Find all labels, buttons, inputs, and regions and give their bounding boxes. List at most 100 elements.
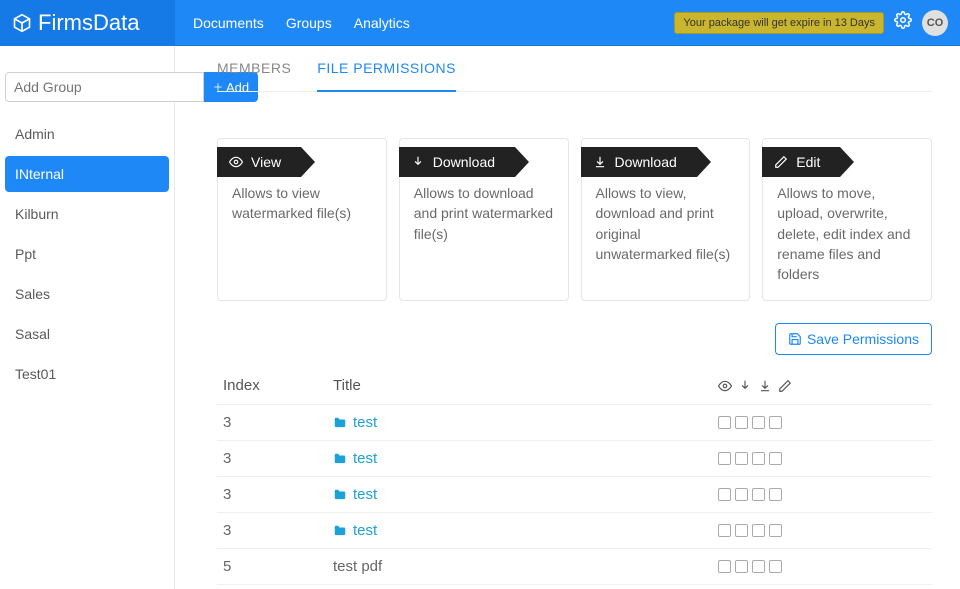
chk-view[interactable] (718, 452, 731, 465)
nav-groups[interactable]: Groups (286, 15, 332, 31)
cell-perms (712, 441, 932, 477)
expire-badge: Your package will get expire in 13 Days (674, 12, 884, 34)
chk-edit[interactable] (769, 452, 782, 465)
ribbon-view: View (217, 147, 301, 177)
cell-title: test pdf (327, 549, 712, 585)
brand-text: FirmsData (38, 10, 139, 36)
folder-icon (333, 524, 347, 538)
pencil-icon (774, 155, 788, 169)
cell-perms (712, 549, 932, 585)
logo[interactable]: FirmsData (0, 0, 175, 46)
table-body: 3 test 3 test 3 test 3 test (217, 405, 932, 585)
cell-perms (712, 513, 932, 549)
chk-view[interactable] (718, 416, 731, 429)
cell-index: 3 (217, 405, 327, 441)
cell-index: 3 (217, 441, 327, 477)
topbar-right: Your package will get expire in 13 Days … (674, 10, 960, 36)
avatar[interactable]: CO (922, 10, 948, 36)
save-permissions-button[interactable]: Save Permissions (775, 323, 932, 355)
group-list: Admin INternal Kilburn Ppt Sales Sasal T… (5, 116, 169, 392)
nav-links: Documents Groups Analytics (175, 15, 410, 31)
table-row: 3 test (217, 405, 932, 441)
perm-card-desc: Allows to view, download and print origi… (596, 185, 731, 262)
download-bar-icon (593, 155, 607, 169)
tab-members[interactable]: MEMBERS (217, 60, 291, 91)
topbar: FirmsData Documents Groups Analytics You… (0, 0, 960, 46)
chk-view[interactable] (718, 524, 731, 537)
th-title: Title (327, 367, 712, 405)
sidebar-item-ppt[interactable]: Ppt (5, 236, 169, 272)
eye-icon (718, 379, 732, 393)
add-group-row: Add (5, 72, 169, 102)
cell-index: 5 (217, 549, 327, 585)
cell-index: 3 (217, 513, 327, 549)
sidebar-item-sasal[interactable]: Sasal (5, 316, 169, 352)
cell-title: test (327, 441, 712, 477)
cube-icon (12, 13, 32, 33)
perm-card-desc: Allows to view watermarked file(s) (232, 185, 351, 221)
ribbon-label: View (251, 152, 281, 172)
chk-edit[interactable] (769, 524, 782, 537)
sidebar-item-admin[interactable]: Admin (5, 116, 169, 152)
chk-download-orig[interactable] (752, 416, 765, 429)
perm-card-edit: Edit Allows to move, upload, overwrite, … (762, 138, 932, 301)
nav-analytics[interactable]: Analytics (354, 15, 410, 31)
gear-icon[interactable] (894, 11, 912, 34)
table-row: 3 test (217, 477, 932, 513)
download-icon (411, 155, 425, 169)
tabs: MEMBERS FILE PERMISSIONS (217, 46, 932, 92)
sidebar-item-internal[interactable]: INternal (5, 156, 169, 192)
chk-download[interactable] (735, 452, 748, 465)
ribbon-label: Download (433, 152, 495, 172)
ribbon-download-original: Download (581, 147, 697, 177)
tab-file-permissions[interactable]: FILE PERMISSIONS (317, 60, 456, 92)
download-icon (738, 379, 752, 393)
permission-cards: View Allows to view watermarked file(s) … (217, 138, 932, 301)
folder-icon (333, 416, 347, 430)
save-icon (788, 332, 802, 346)
perm-card-download: Download Allows to download and print wa… (399, 138, 569, 301)
sidebar-item-kilburn[interactable]: Kilburn (5, 196, 169, 232)
chk-view[interactable] (718, 488, 731, 501)
table-row: 5 test pdf (217, 549, 932, 585)
folder-icon (333, 452, 347, 466)
perm-card-view: View Allows to view watermarked file(s) (217, 138, 387, 301)
perm-card-desc: Allows to download and print watermarked… (414, 185, 553, 242)
th-permissions (712, 367, 932, 405)
chk-download-orig[interactable] (752, 560, 765, 573)
chk-download-orig[interactable] (752, 452, 765, 465)
sidebar-item-test01[interactable]: Test01 (5, 356, 169, 392)
chk-download[interactable] (735, 416, 748, 429)
cell-title: test (327, 513, 712, 549)
main-content: MEMBERS FILE PERMISSIONS View Allows to … (175, 46, 960, 589)
chk-view[interactable] (718, 560, 731, 573)
ribbon-download: Download (399, 147, 515, 177)
chk-download-orig[interactable] (752, 524, 765, 537)
sidebar: Add Admin INternal Kilburn Ppt Sales Sas… (0, 46, 175, 589)
ribbon-label: Edit (796, 152, 820, 172)
perm-card-download-original: Download Allows to view, download and pr… (581, 138, 751, 301)
cell-index: 3 (217, 477, 327, 513)
eye-icon (229, 155, 243, 169)
chk-edit[interactable] (769, 488, 782, 501)
chk-download[interactable] (735, 560, 748, 573)
nav-documents[interactable]: Documents (193, 15, 264, 31)
pencil-icon (778, 379, 792, 393)
chk-edit[interactable] (769, 416, 782, 429)
save-btn-label: Save Permissions (807, 331, 919, 347)
folder-icon (333, 488, 347, 502)
chk-download-orig[interactable] (752, 488, 765, 501)
cell-perms (712, 405, 932, 441)
cell-title: test (327, 405, 712, 441)
table-row: 3 test (217, 441, 932, 477)
chk-download[interactable] (735, 488, 748, 501)
ribbon-edit: Edit (762, 147, 840, 177)
th-index: Index (217, 367, 327, 405)
perm-card-desc: Allows to move, upload, overwrite, delet… (777, 185, 910, 282)
save-row: Save Permissions (217, 323, 932, 355)
chk-download[interactable] (735, 524, 748, 537)
chk-edit[interactable] (769, 560, 782, 573)
table-row: 3 test (217, 513, 932, 549)
ribbon-label: Download (615, 152, 677, 172)
sidebar-item-sales[interactable]: Sales (5, 276, 169, 312)
